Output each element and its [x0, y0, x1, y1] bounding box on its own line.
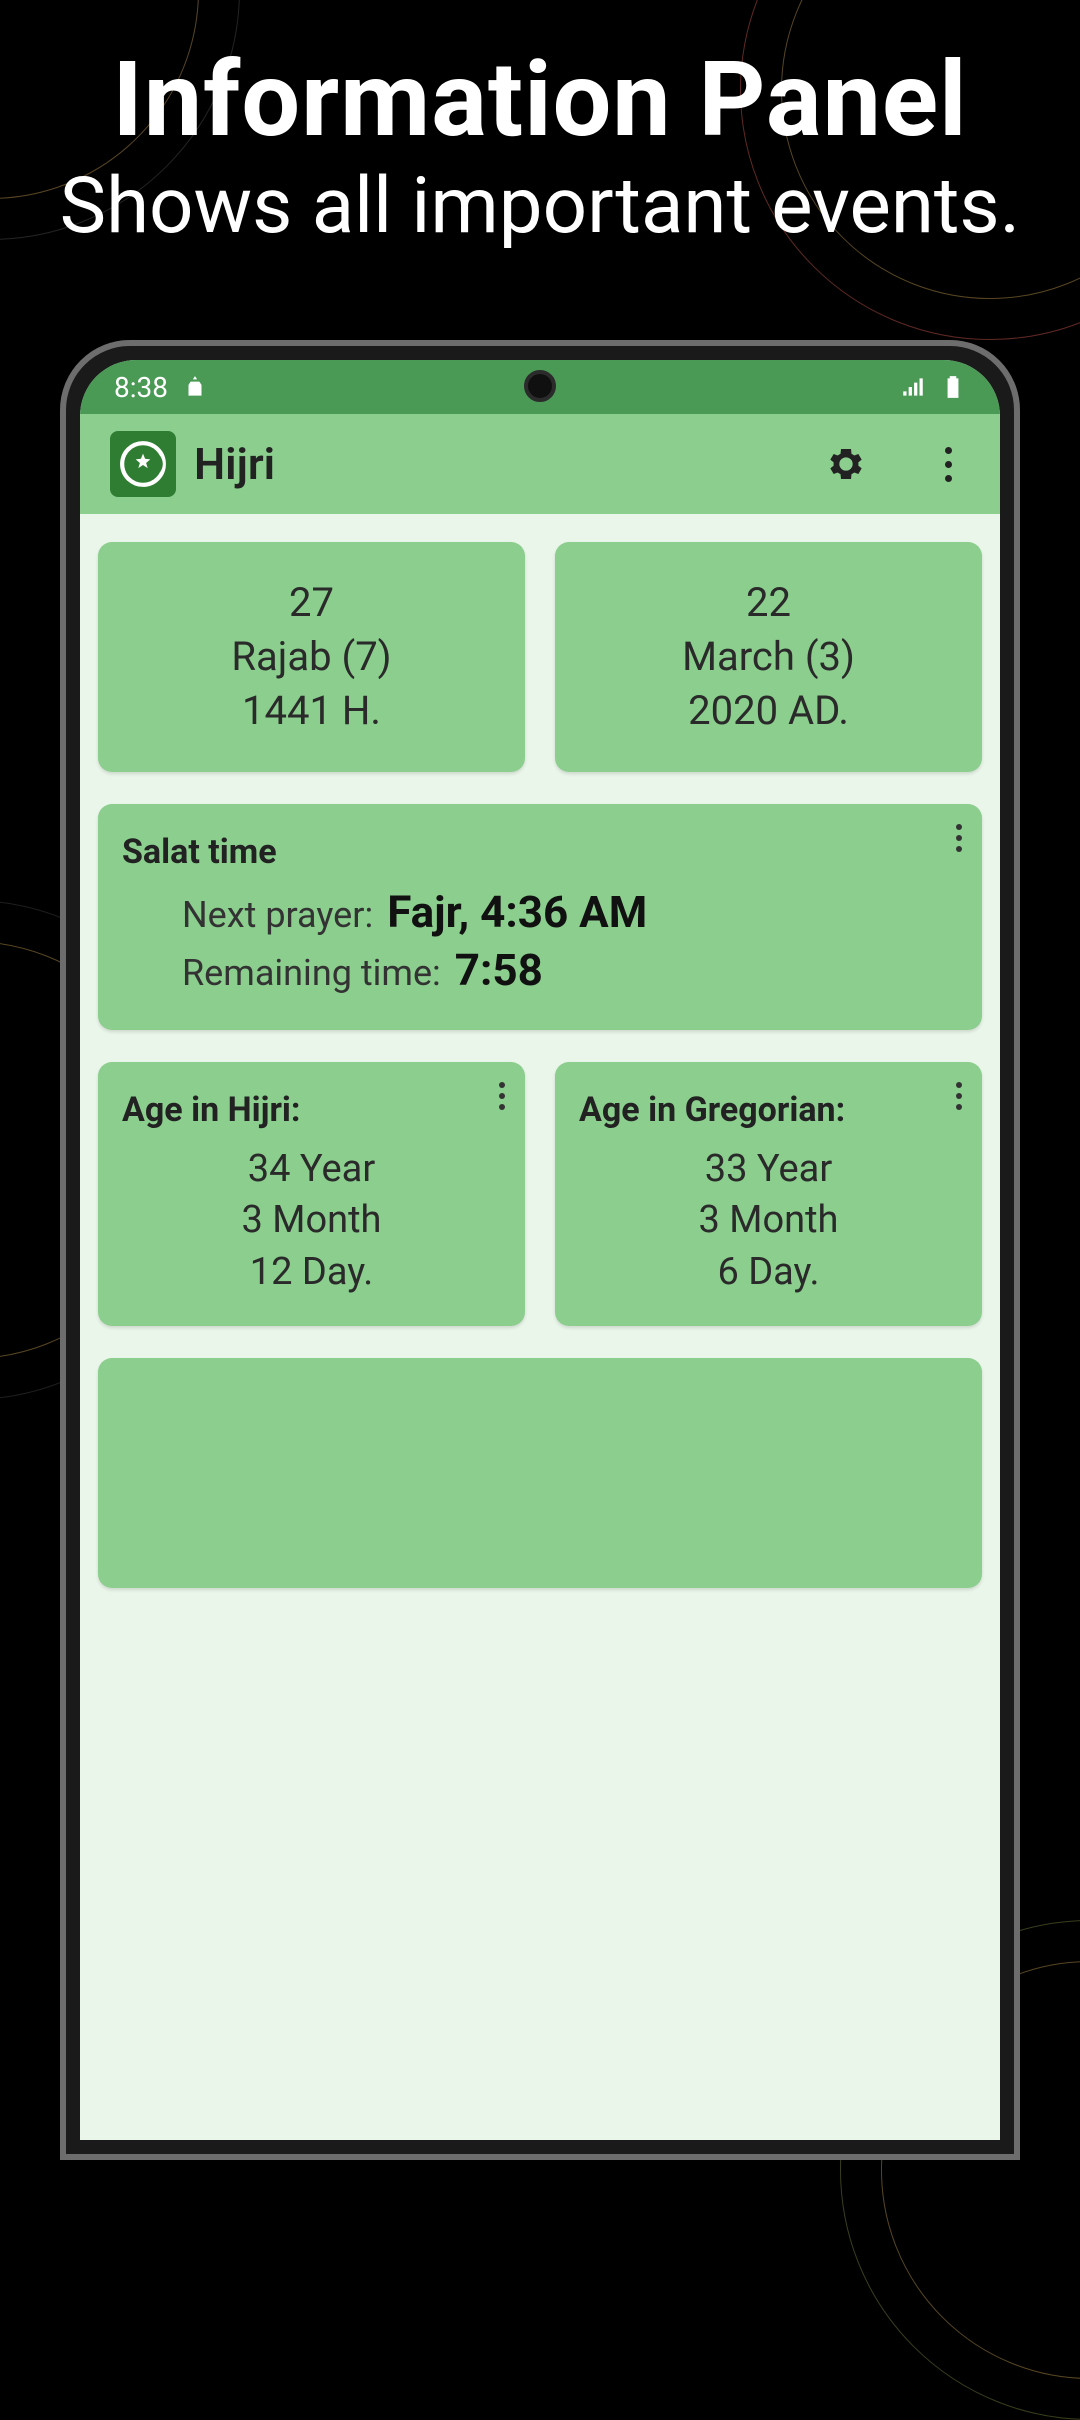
- gregorian-day: 22: [746, 576, 791, 630]
- settings-button[interactable]: [824, 442, 868, 486]
- hijri-month: Rajab (7): [231, 630, 391, 684]
- hijri-year: 1441 H.: [242, 684, 381, 738]
- hijri-date-card[interactable]: 27 Rajab (7) 1441 H.: [98, 542, 525, 772]
- card-menu-button[interactable]: [956, 824, 962, 852]
- age-hijri-day: 12 Day.: [122, 1247, 501, 1298]
- remaining-time-value: 7:58: [455, 944, 543, 996]
- age-hijri-card[interactable]: Age in Hijri: 34 Year 3 Month 12 Day.: [98, 1062, 525, 1326]
- empty-card[interactable]: [98, 1358, 982, 1588]
- status-time: 8:38: [114, 371, 168, 404]
- phone-frame: 8:38 Hijri 27: [60, 340, 1020, 2160]
- more-vert-icon: [945, 447, 952, 482]
- promo-subtitle: Shows all important events.: [0, 160, 1080, 254]
- age-gregorian-month: 3 Month: [579, 1195, 958, 1246]
- mosque-icon: [182, 374, 208, 400]
- battery-icon: [940, 374, 966, 400]
- salat-header: Salat time: [122, 832, 958, 872]
- remaining-time-label: Remaining time:: [182, 952, 441, 994]
- age-gregorian-year: 33 Year: [579, 1144, 958, 1195]
- gear-icon: [826, 444, 866, 484]
- age-gregorian-day: 6 Day.: [579, 1247, 958, 1298]
- card-menu-button[interactable]: [956, 1082, 962, 1110]
- salat-time-card[interactable]: Salat time Next prayer: Fajr, 4:36 AM Re…: [98, 804, 982, 1030]
- promo-title: Information Panel: [0, 40, 1080, 161]
- card-menu-button[interactable]: [499, 1082, 505, 1110]
- signal-icon: [900, 374, 926, 400]
- age-hijri-month: 3 Month: [122, 1195, 501, 1246]
- gregorian-year: 2020 AD.: [688, 684, 849, 738]
- age-gregorian-header: Age in Gregorian:: [579, 1090, 958, 1130]
- app-title: Hijri: [194, 438, 275, 490]
- age-hijri-header: Age in Hijri:: [122, 1090, 501, 1130]
- age-hijri-year: 34 Year: [122, 1144, 501, 1195]
- camera-notch: [524, 370, 556, 402]
- hijri-day: 27: [289, 576, 334, 630]
- overflow-menu-button[interactable]: [926, 442, 970, 486]
- app-logo: [110, 431, 176, 497]
- gregorian-month: March (3): [682, 630, 855, 684]
- next-prayer-label: Next prayer:: [182, 894, 373, 936]
- app-bar: Hijri: [80, 414, 1000, 514]
- next-prayer-value: Fajr, 4:36 AM: [387, 886, 647, 938]
- gregorian-date-card[interactable]: 22 March (3) 2020 AD.: [555, 542, 982, 772]
- age-gregorian-card[interactable]: Age in Gregorian: 33 Year 3 Month 6 Day.: [555, 1062, 982, 1326]
